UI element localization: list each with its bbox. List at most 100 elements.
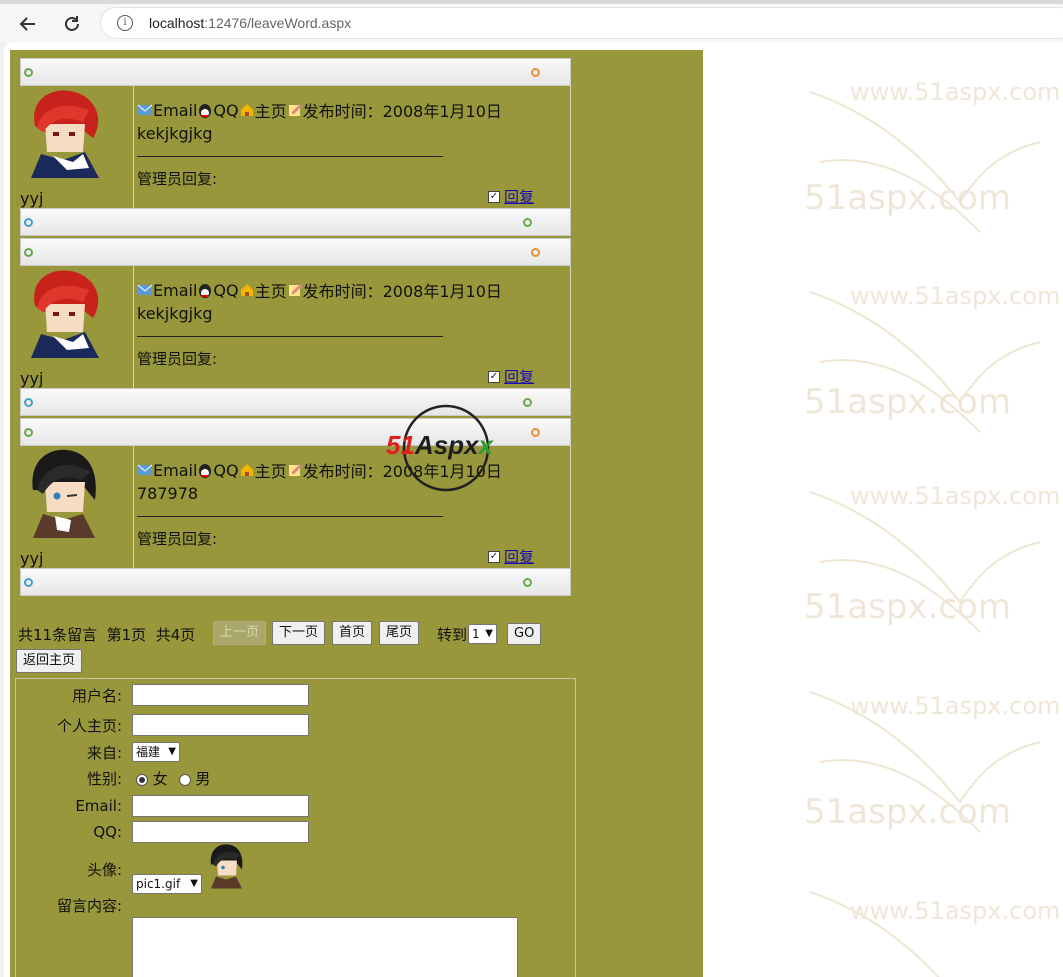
goto-label: 转到 xyxy=(437,626,468,644)
from-select[interactable]: 福建 ▼ xyxy=(132,742,180,762)
orange-dot-icon xyxy=(531,248,540,257)
reply-link[interactable]: 回复 xyxy=(504,546,534,567)
admin-reply-label: 管理员回复: xyxy=(137,170,218,188)
qq-link[interactable]: QQ xyxy=(213,101,238,120)
homepage-link[interactable]: 主页 xyxy=(255,458,287,482)
contact-links: Email QQ 主页 发布时间： 2008年1月10日 xyxy=(137,98,502,122)
home-icon[interactable] xyxy=(239,102,255,118)
admin-reply-label: 管理员回复: xyxy=(137,350,218,368)
email-link[interactable]: Email xyxy=(153,281,197,300)
reply-checkbox[interactable]: ✓ xyxy=(487,190,500,203)
page-viewport: www.51aspx.com 51aspx.com www.51aspx.com… xyxy=(4,42,1063,977)
message-content: kekjkgjkg xyxy=(137,304,213,323)
email-icon[interactable] xyxy=(137,102,153,118)
watermark-text: www.51aspx.com xyxy=(850,692,1061,720)
next-page-button[interactable]: 下一页 xyxy=(272,621,326,645)
qq-penguin-icon[interactable] xyxy=(197,462,213,478)
prev-page-button[interactable]: 上一页 xyxy=(213,621,267,645)
email-input[interactable] xyxy=(132,795,309,817)
homepage-link[interactable]: 主页 xyxy=(255,98,287,122)
green-dot-icon xyxy=(24,428,33,437)
message-card: yyj Email QQ 主页 发布时间： 2008年1月10日 kekjkgjkg 管… xyxy=(20,238,571,416)
red-hair-avatar xyxy=(31,270,99,358)
go-button[interactable]: GO xyxy=(507,623,542,645)
watermark-background: www.51aspx.com 51aspx.com www.51aspx.com… xyxy=(780,42,1063,977)
logo-aspx-text: Aspx xyxy=(414,430,479,460)
message-content: 787978 xyxy=(137,484,199,503)
home-icon[interactable] xyxy=(239,462,255,478)
divider xyxy=(137,336,443,337)
green-dot-icon xyxy=(523,578,532,587)
gender-female-label: 女 xyxy=(152,770,168,788)
watermark-text: www.51aspx.com xyxy=(850,282,1061,310)
user-cell: yyj xyxy=(20,266,134,388)
reply-link[interactable]: 回复 xyxy=(504,186,534,207)
email-icon[interactable] xyxy=(137,282,153,298)
content-textarea[interactable] xyxy=(132,917,518,977)
reply-link[interactable]: 回复 xyxy=(504,366,534,387)
blue-dot-icon xyxy=(24,218,33,227)
contact-links: Email QQ 主页 发布时间： 2008年1月10日 xyxy=(137,278,502,302)
home-icon[interactable] xyxy=(239,282,255,298)
email-link[interactable]: Email xyxy=(153,461,197,480)
gender-female-radio[interactable] xyxy=(136,773,148,786)
avatar-preview-image xyxy=(210,844,243,889)
qq-link[interactable]: QQ xyxy=(213,461,238,480)
green-dot-icon xyxy=(24,248,33,257)
51aspx-logo: 51Aspxx xyxy=(386,402,514,494)
back-home-button[interactable]: 返回主页 xyxy=(16,649,83,673)
username: yyj xyxy=(20,369,44,388)
email-label: Email: xyxy=(75,797,122,815)
back-arrow-icon[interactable] xyxy=(14,10,42,38)
first-page-button[interactable]: 首页 xyxy=(332,621,373,645)
qq-link[interactable]: QQ xyxy=(213,281,238,300)
reply-checkbox[interactable]: ✓ xyxy=(487,370,500,383)
page-count: 共4页 xyxy=(155,626,196,644)
pager: 共11条留言 第1页 共4页 xyxy=(18,624,195,645)
message-cell: Email QQ 主页 发布时间： 2008年1月10日 kekjkgjkg 管理员回复… xyxy=(135,266,571,388)
reply-row: ✓ 回复 xyxy=(487,186,534,207)
user-cell: yyj xyxy=(20,86,134,208)
time-label: 发布时间： xyxy=(302,102,383,121)
divider xyxy=(137,516,443,517)
username: yyj xyxy=(20,549,44,568)
reload-icon[interactable] xyxy=(58,10,86,38)
edit-note-icon xyxy=(288,464,302,476)
page-select[interactable]: 1 ▼ xyxy=(468,624,497,644)
chevron-down-icon: ▼ xyxy=(168,746,176,757)
url-text: localhost:12476/leaveWord.aspx xyxy=(149,15,352,31)
gender-male-radio[interactable] xyxy=(178,773,191,786)
green-dot-icon xyxy=(523,398,532,407)
reply-row: ✓ 回复 xyxy=(487,366,534,387)
content-label: 留言内容: xyxy=(56,897,122,915)
qq-input[interactable] xyxy=(132,821,309,843)
homepage-input[interactable] xyxy=(132,714,309,736)
qq-penguin-icon[interactable] xyxy=(197,282,213,298)
dark-hair-avatar xyxy=(32,449,96,538)
post-time: 2008年1月10日 xyxy=(382,102,502,121)
gender-male-label: 男 xyxy=(195,770,211,788)
last-page-button[interactable]: 尾页 xyxy=(379,621,420,645)
homepage-label: 个人主页: xyxy=(56,717,122,735)
address-bar[interactable]: i localhost:12476/leaveWord.aspx xyxy=(100,7,1063,39)
green-dot-icon xyxy=(523,218,532,227)
orange-dot-icon xyxy=(531,68,540,77)
reply-checkbox[interactable]: ✓ xyxy=(487,550,500,563)
from-select-value: 福建 xyxy=(136,745,161,759)
username-input[interactable] xyxy=(132,684,309,706)
blue-dot-icon xyxy=(24,578,33,587)
qq-penguin-icon[interactable] xyxy=(197,102,213,118)
avatar-select[interactable]: pic1.gif ▼ xyxy=(132,874,202,894)
email-icon[interactable] xyxy=(137,462,153,478)
blue-dot-icon xyxy=(24,398,33,407)
homepage-link[interactable]: 主页 xyxy=(255,278,287,302)
watermark-text: 51aspx.com xyxy=(804,382,1011,422)
watermark-text: 51aspx.com xyxy=(804,587,1011,627)
message-content: kekjkgjkg xyxy=(137,124,213,143)
site-info-icon[interactable]: i xyxy=(117,15,133,31)
card-footer-bar xyxy=(20,208,571,236)
post-time: 2008年1月10日 xyxy=(382,282,502,301)
card-footer-bar xyxy=(20,568,571,596)
admin-reply-label: 管理员回复: xyxy=(137,530,218,548)
email-link[interactable]: Email xyxy=(153,101,197,120)
